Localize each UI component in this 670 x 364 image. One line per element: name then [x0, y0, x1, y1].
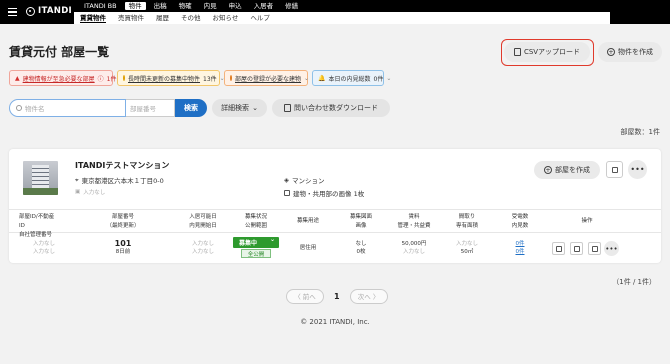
document-icon [513, 48, 521, 56]
search-button[interactable]: 検索 [175, 99, 207, 117]
bell-icon: 🔔 [318, 74, 326, 82]
layers-icon: ◈ [284, 176, 289, 184]
building-address: ⌖ 東京都港区六本木１丁目0-0 [75, 175, 164, 186]
property-name-search[interactable]: 物件名 [9, 99, 126, 117]
filter-chip-viewings[interactable]: 🔔 本日の内見総数 0件 ⌄ [312, 70, 391, 86]
edit-icon [573, 245, 580, 252]
table-row[interactable]: 入力なし入力なし 1018日前 入力なし入力なし 募集中 全公開 居住用 なし0… [9, 233, 661, 263]
page-title: 賃貸元付 部屋一覧 [9, 45, 110, 59]
csv-upload-button[interactable]: CSVアップロード [504, 42, 590, 62]
col-status: 募集状況 公開範囲 [244, 214, 267, 229]
status-select[interactable]: 募集中 [233, 236, 279, 248]
main-nav: ITANDI BB 物件 出稿 物確 内見 申込 入居者 修繕 [80, 2, 306, 10]
chevron-down-icon: ⌄ [304, 74, 310, 82]
subnav-sonota[interactable]: その他 [181, 14, 201, 23]
edit-icon [611, 166, 618, 173]
edit-building-button[interactable] [606, 161, 623, 178]
subnav-help[interactable]: ヘルプ [250, 14, 270, 23]
public-range-badge: 全公開 [241, 249, 271, 258]
col-layout: 間取り 専有面積 [455, 214, 478, 229]
row-more-button[interactable]: ••• [604, 241, 619, 256]
search-icon [16, 105, 22, 111]
station-info: ▣ 入力なし [75, 189, 106, 196]
inquiry-download-button[interactable]: 問い合わせ数ダウンロード [272, 99, 390, 117]
nav-bukken[interactable]: 物件 [124, 2, 146, 10]
room-number-cell[interactable]: 101 8日前 [99, 240, 147, 256]
logo-mark-icon [26, 6, 35, 16]
usage-cell: 居住用 [299, 245, 317, 251]
top-nav-bar: ITANDI ITANDI BB 物件 出稿 物確 内見 申込 入居者 修繕 賃… [0, 0, 670, 24]
calendar-icon [555, 245, 562, 252]
nav-itandi-bb[interactable]: ITANDI BB [80, 2, 121, 10]
create-room-button[interactable]: + 部屋を作成 [534, 161, 600, 179]
room-id-cell: 入力なし 入力なし [32, 241, 55, 255]
move-in-cell: 入力なし 入力なし [191, 241, 214, 255]
next-page-button[interactable]: 次へ 〉 [349, 288, 388, 304]
download-doc-icon [284, 104, 291, 112]
sub-nav: 賃貸物件 売買物件 履歴 その他 お知らせ ヘルプ [80, 14, 282, 23]
create-property-button[interactable]: + 物件を作成 [598, 42, 662, 62]
image-icon [284, 190, 290, 196]
room-count: 部屋数：1件 [620, 128, 660, 136]
layout-cell: 入力なし 50㎡ [455, 241, 478, 255]
subnav-baibai[interactable]: 売買物件 [118, 14, 144, 23]
property-card: ITANDIテストマンション ⌖ 東京都港区六本木１丁目0-0 ▣ 入力なし ◈ マン… [9, 149, 661, 263]
alert-circle-icon [123, 75, 125, 81]
subnav-chintai[interactable]: 賃貸物件 [80, 14, 106, 23]
col-move-in: 入居可能日 内見開始日 [189, 214, 217, 229]
result-count: （1件 / 1件） [612, 278, 656, 286]
col-room-number: 部屋番号 （最終更新） [106, 214, 140, 229]
calendar-button[interactable] [552, 242, 565, 255]
chevron-down-icon: ⌄ [386, 74, 392, 82]
col-usage: 募集用途 [296, 218, 319, 224]
warning-icon: ▲ [15, 74, 20, 82]
nav-nyukyosha[interactable]: 入居者 [250, 2, 278, 10]
room-number-search[interactable]: 部屋番号 [126, 99, 175, 117]
plan-cell: なし 0枚 [355, 241, 367, 255]
nav-bukkaku[interactable]: 物確 [175, 2, 196, 10]
checklist-icon [591, 245, 598, 252]
pagination: 〈 前へ 1 次へ 〉 [286, 288, 388, 304]
alert-circle-icon [230, 75, 232, 81]
train-icon: ▣ [75, 189, 81, 195]
plus-circle-icon: + [544, 165, 552, 174]
col-inquiries: 受電数 内見数 [511, 214, 529, 229]
table-header: 部屋ID/不動産ID 自社管理番号 部屋番号 （最終更新） 入居可能日 内見開始日 募… [9, 209, 661, 238]
more-options-button[interactable]: ••• [628, 160, 647, 179]
building-name[interactable]: ITANDIテストマンション [75, 160, 169, 171]
location-pin-icon: ⌖ [75, 175, 79, 184]
building-type: ◈ マンション [284, 176, 325, 185]
subnav-oshirase[interactable]: お知らせ [213, 14, 239, 23]
filter-chip-stale[interactable]: 長時間未更新の募集中物件 13件 ⌄ [117, 70, 225, 86]
col-operations: 操作 [581, 218, 593, 224]
current-page: 1 [334, 291, 340, 301]
itandi-logo[interactable]: ITANDI [26, 6, 72, 16]
nav-shuzen[interactable]: 修繕 [281, 2, 302, 10]
building-images: 建物・共用部の画像 1枚 [284, 188, 364, 198]
nav-naiken[interactable]: 内見 [200, 2, 221, 10]
edit-room-button[interactable] [570, 242, 583, 255]
chevron-down-icon: ⌄ [252, 104, 258, 112]
hamburger-menu-icon[interactable] [8, 8, 17, 16]
prev-page-button[interactable]: 〈 前へ [286, 288, 324, 304]
checklist-button[interactable] [588, 242, 601, 255]
subnav-rireki[interactable]: 履歴 [156, 14, 169, 23]
copyright: © 2021 ITANDI, Inc. [300, 318, 370, 326]
detailed-search-button[interactable]: 詳細検索 ⌄ [212, 99, 267, 117]
col-rent: 賃料 管理・共益費 [397, 214, 431, 229]
plus-circle-icon: + [607, 47, 615, 56]
filter-chip-urgent[interactable]: ▲建物情報が至急必要な部屋ⓘ1件⌄ [9, 70, 125, 86]
info-icon: ⓘ [97, 75, 104, 83]
inquiries-cell: 0件 0件 [498, 240, 542, 256]
calls-link[interactable]: 0件 [498, 240, 542, 248]
nav-shukko[interactable]: 出稿 [150, 2, 171, 10]
building-thumbnail[interactable] [23, 161, 58, 195]
filter-chip-needs-room[interactable]: 部屋の登録が必要な建物 ⌄ [224, 70, 310, 86]
rent-cell: 50,000円 入力なし [401, 241, 427, 255]
col-plan: 募集図面 画像 [349, 214, 372, 229]
nav-moushikomi[interactable]: 申込 [225, 2, 246, 10]
viewings-link[interactable]: 0件 [498, 248, 542, 256]
